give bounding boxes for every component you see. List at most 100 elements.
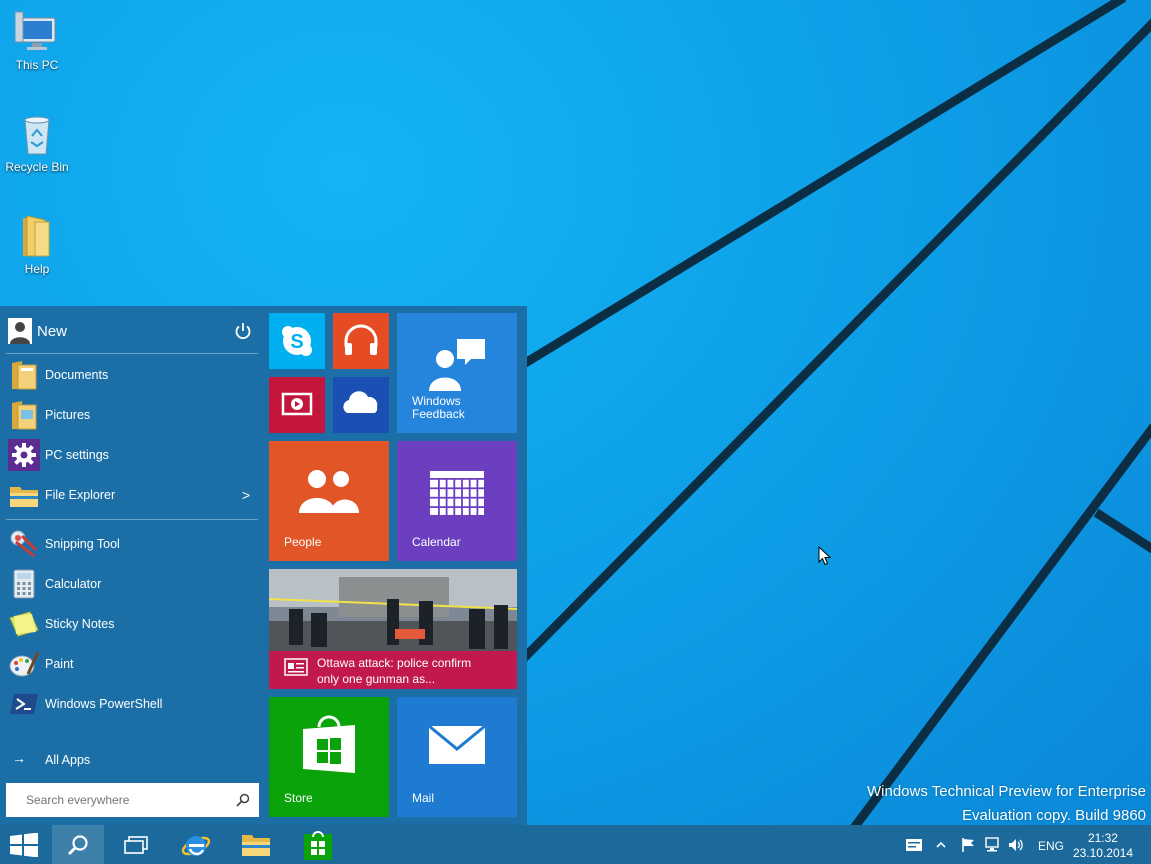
tile-skype[interactable]: S [269, 313, 325, 369]
menu-item-documents[interactable]: Documents [6, 356, 258, 394]
network-icon[interactable] [984, 837, 1000, 853]
menu-item-sticky-notes[interactable]: Sticky Notes [6, 605, 258, 643]
menu-item-paint[interactable]: Paint [6, 645, 258, 683]
gear-icon [8, 439, 40, 471]
user-avatar-icon [8, 318, 32, 344]
tile-news[interactable]: Ottawa attack: police confirm only one g… [269, 569, 517, 689]
desktop-icon-this-pc[interactable]: This PC [0, 10, 74, 72]
search-icon [68, 835, 88, 855]
menu-item-label: Sticky Notes [45, 617, 115, 631]
task-view-icon [124, 836, 148, 854]
paint-icon [9, 651, 40, 677]
menu-separator [6, 353, 258, 354]
user-account[interactable]: New [6, 312, 258, 348]
tile-mail[interactable]: Mail [397, 697, 517, 817]
menu-item-windows-powershell[interactable]: Windows PowerShell [6, 685, 258, 723]
tile-windows-feedback[interactable]: Windows Feedback [397, 313, 517, 433]
tile-label: Windows Feedback [412, 394, 465, 421]
menu-item-file-explorer[interactable]: File Explorer > [6, 476, 258, 514]
watermark-line1: Windows Technical Preview for Enterprise [866, 783, 1146, 800]
mail-icon [428, 725, 486, 764]
tile-label: Store [284, 791, 313, 805]
menu-separator [6, 519, 258, 520]
sticky-notes-icon [9, 611, 39, 637]
menu-item-label: Documents [45, 368, 109, 382]
chevron-up-icon[interactable] [936, 841, 946, 849]
task-view-button[interactable] [110, 825, 162, 864]
folder-icon [23, 215, 50, 257]
menu-item-pc-settings[interactable]: PC settings [6, 436, 258, 474]
store-icon [304, 831, 332, 860]
menu-item-calculator[interactable]: Calculator [6, 565, 258, 603]
all-apps-button[interactable]: → All Apps [6, 748, 258, 772]
news-photo [269, 569, 517, 651]
taskbar: ENG 21:32 23.10.2014 [0, 825, 1151, 864]
taskbar-search-button[interactable] [52, 825, 104, 864]
skype-icon: S [282, 326, 312, 356]
taskbar-internet-explorer[interactable] [170, 825, 222, 864]
os-watermark: Windows Technical Preview for Enterprise… [867, 780, 1146, 828]
svg-text:S: S [290, 331, 303, 353]
mouse-cursor-icon [818, 546, 832, 566]
pictures-folder-icon [12, 401, 37, 430]
video-icon [281, 392, 313, 416]
this-pc-icon [15, 11, 56, 50]
headphones-icon [344, 324, 378, 355]
documents-folder-icon [12, 361, 37, 390]
search-icon[interactable] [236, 793, 250, 807]
power-button[interactable] [234, 322, 252, 340]
start-menu: New Documents Pictures PC settings File … [0, 306, 527, 825]
arrow-right-icon: → [12, 750, 26, 766]
news-icon [284, 658, 308, 676]
windows-logo-icon [10, 833, 38, 857]
tile-music[interactable] [333, 313, 389, 369]
tile-calendar[interactable]: Calendar [397, 441, 517, 561]
desktop-icon-label: Recycle Bin [5, 160, 69, 174]
start-button[interactable] [0, 825, 48, 864]
language-indicator[interactable]: ENG [1038, 839, 1064, 853]
menu-item-label: Calculator [45, 577, 102, 591]
tile-store[interactable]: Store [269, 697, 389, 817]
powershell-icon [10, 694, 38, 714]
clock-time: 21:32 [1087, 831, 1118, 845]
desktop-icon-label: This PC [15, 58, 59, 72]
tile-label: Mail [412, 791, 435, 805]
internet-explorer-icon [181, 836, 211, 856]
people-icon [299, 470, 359, 513]
file-explorer-icon [242, 835, 270, 856]
user-name: New [37, 323, 68, 340]
desktop-icon-label: Help [24, 262, 50, 276]
menu-item-snipping-tool[interactable]: Snipping Tool [6, 525, 258, 563]
start-menu-left-pane: New Documents Pictures PC settings File … [0, 306, 264, 825]
menu-item-label: Paint [45, 657, 74, 671]
tile-people[interactable]: People [269, 441, 389, 561]
desktop-icon-help[interactable]: Help [0, 214, 74, 276]
menu-item-label: PC settings [45, 448, 109, 462]
action-center-icon[interactable] [905, 838, 923, 852]
menu-item-label: Pictures [45, 408, 91, 422]
tile-label: Calendar [412, 535, 461, 549]
tile-onedrive[interactable] [333, 377, 389, 433]
recycle-bin-icon [24, 116, 50, 155]
menu-item-label: File Explorer [45, 488, 116, 502]
tile-label: People [284, 535, 322, 549]
tile-video[interactable] [269, 377, 325, 433]
taskbar-file-explorer[interactable] [230, 825, 282, 864]
feedback-icon [429, 339, 485, 391]
calendar-icon [430, 467, 484, 516]
news-headline: Ottawa attack: police confirm only one g… [317, 656, 472, 686]
search-box[interactable] [6, 783, 259, 817]
desktop-icon-recycle-bin[interactable]: Recycle Bin [0, 112, 74, 174]
menu-item-label: Snipping Tool [45, 537, 120, 551]
menu-item-label: Windows PowerShell [45, 697, 163, 711]
volume-icon[interactable] [1008, 837, 1024, 853]
flag-icon[interactable] [960, 837, 976, 853]
clock[interactable]: 21:32 23.10.2014 [1073, 831, 1133, 861]
search-input[interactable] [6, 783, 241, 817]
calculator-icon [13, 569, 35, 599]
menu-item-pictures[interactable]: Pictures [6, 396, 258, 434]
taskbar-store[interactable] [292, 825, 344, 864]
store-icon [303, 715, 355, 773]
chevron-right-icon[interactable]: > [242, 487, 250, 503]
clock-date: 23.10.2014 [1072, 846, 1133, 860]
